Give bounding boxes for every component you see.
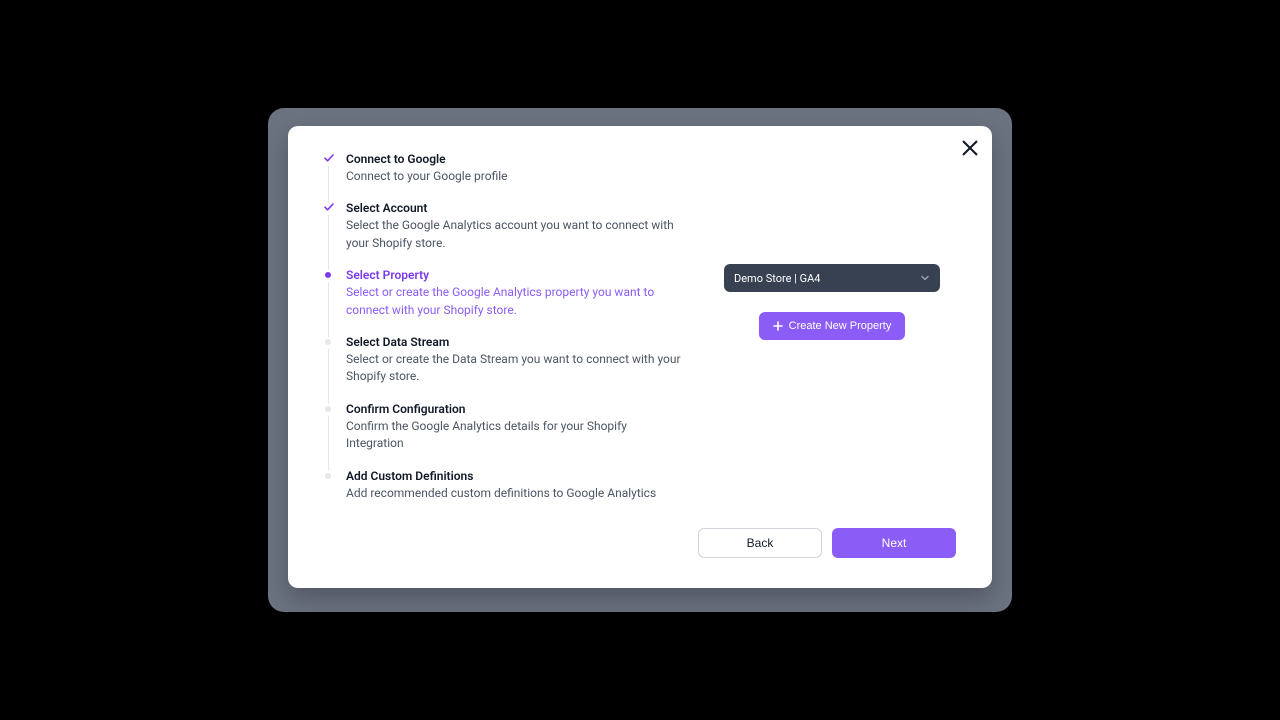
step-status-upcoming <box>325 406 331 412</box>
property-select[interactable]: Demo Store | GA4 <box>724 264 940 292</box>
chevron-down-icon <box>920 273 930 283</box>
step-title: Select Data Stream <box>346 335 684 349</box>
step-desc: Select or create the Data Stream you wan… <box>346 351 684 386</box>
step-connect-google: Connect to Google Connect to your Google… <box>324 152 684 201</box>
modal-body: Connect to Google Connect to your Google… <box>324 152 956 502</box>
step-title: Confirm Configuration <box>346 402 684 416</box>
setup-wizard-modal: Connect to Google Connect to your Google… <box>288 126 992 588</box>
check-icon <box>324 202 334 212</box>
step-title: Select Property <box>346 268 684 282</box>
create-new-property-label: Create New Property <box>789 320 892 332</box>
step-status-complete <box>324 153 334 163</box>
next-button[interactable]: Next <box>832 528 956 558</box>
step-desc: Select the Google Analytics account you … <box>346 217 684 252</box>
step-desc: Add recommended custom definitions to Go… <box>346 485 684 502</box>
step-add-custom-definitions: Add Custom Definitions Add recommended c… <box>324 469 684 502</box>
step-title: Connect to Google <box>346 152 684 166</box>
step-status-upcoming <box>325 473 331 479</box>
back-button[interactable]: Back <box>698 528 822 558</box>
step-content-panel: Demo Store | GA4 Create New Property <box>724 152 940 502</box>
step-status-current <box>325 272 331 278</box>
step-confirm-configuration: Confirm Configuration Confirm the Google… <box>324 402 684 469</box>
step-desc: Connect to your Google profile <box>346 168 684 185</box>
window-chrome: Connect to Google Connect to your Google… <box>268 108 1012 612</box>
step-title: Select Account <box>346 201 684 215</box>
plus-icon <box>773 321 783 331</box>
property-select-value: Demo Store | GA4 <box>734 272 820 285</box>
wizard-footer: Back Next <box>324 528 956 558</box>
step-status-upcoming <box>325 339 331 345</box>
close-icon <box>962 140 978 156</box>
step-title: Add Custom Definitions <box>346 469 684 483</box>
wizard-steps: Connect to Google Connect to your Google… <box>324 152 684 502</box>
check-icon <box>324 153 334 163</box>
step-status-complete <box>324 202 334 212</box>
step-select-account: Select Account Select the Google Analyti… <box>324 201 684 268</box>
step-select-property: Select Property Select or create the Goo… <box>324 268 684 335</box>
create-new-property-button[interactable]: Create New Property <box>759 312 906 340</box>
step-desc: Select or create the Google Analytics pr… <box>346 284 684 319</box>
close-button[interactable] <box>962 140 978 156</box>
step-select-data-stream: Select Data Stream Select or create the … <box>324 335 684 402</box>
step-desc: Confirm the Google Analytics details for… <box>346 418 684 453</box>
